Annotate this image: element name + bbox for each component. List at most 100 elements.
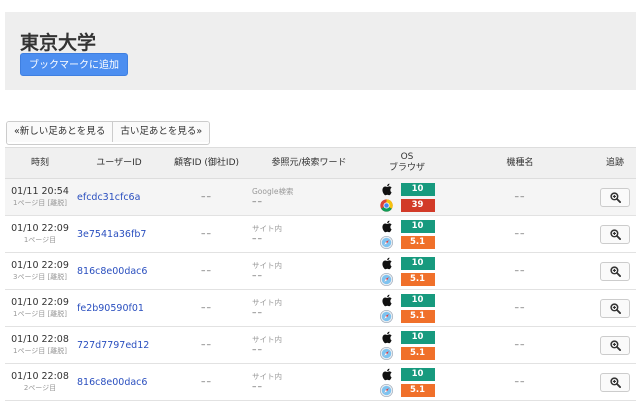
header-user-id: ユーザーID: [96, 157, 142, 168]
os-browser-cell: 10 5.1: [368, 216, 446, 252]
user-id-link[interactable]: 816c8e00dac6: [77, 377, 165, 388]
os-version-badge: 10: [400, 330, 435, 344]
model-value: ––: [514, 266, 526, 276]
referrer-label: Google検索: [252, 186, 294, 196]
visit-page-count: 1ページ目 [離脱]: [12, 310, 67, 318]
model-cell: ––: [446, 253, 594, 289]
track-cell: [594, 253, 636, 289]
user-id-link[interactable]: efcdc31cfc6a: [77, 192, 165, 203]
user-id-link[interactable]: fe2b90590f01: [77, 303, 165, 314]
table-body: 01/11 20:54 1ページ目 [離脱] efcdc31cfc6a –– Googl…: [5, 179, 636, 401]
page-header: 東京大学 ブックマークに追加: [5, 12, 636, 90]
customer-id-cell: ––: [163, 364, 250, 400]
header-referrer: 参照元/検索ワード: [271, 157, 347, 168]
os-version-badge: 10: [400, 367, 435, 381]
os-browser-cell: 10 5.1: [368, 327, 446, 363]
apple-icon: [380, 219, 394, 233]
user-id-cell: fe2b90590f01: [75, 290, 165, 326]
os-version-badge: 10: [400, 293, 435, 307]
user-id-cell: 816c8e00dac6: [75, 253, 165, 289]
user-id-cell: 727d7797ed12: [75, 327, 165, 363]
model-value: ––: [514, 377, 526, 387]
track-cell: [594, 364, 636, 400]
apple-icon: [380, 330, 394, 344]
referrer-cell: サイト内 ––: [250, 364, 370, 400]
chrome-icon: [380, 198, 394, 212]
table-row: 01/10 22:09 3ページ目 [離脱] 816c8e00dac6 –– サイト内 –…: [5, 253, 636, 290]
visit-time: 01/10 22:09: [11, 260, 69, 271]
referrer-cell: サイト内 ––: [250, 327, 370, 363]
customer-id-cell: ––: [163, 290, 250, 326]
os-browser-cell: 10 5.1: [368, 290, 446, 326]
os-version-badge: 10: [400, 182, 435, 196]
track-button[interactable]: [600, 224, 630, 244]
zoom-in-icon: [609, 265, 621, 277]
site-title: 東京大学: [20, 32, 97, 54]
header-browser: ブラウザ: [388, 163, 425, 173]
apple-icon: [380, 367, 394, 381]
user-id-link[interactable]: 727d7797ed12: [77, 340, 165, 351]
track-button[interactable]: [600, 335, 630, 355]
referrer-cell: Google検索 ––: [250, 179, 370, 215]
time-cell: 01/10 22:08 1ページ目 [離脱]: [5, 327, 75, 363]
os-browser-cell: 10 5.1: [368, 253, 446, 289]
apple-icon: [380, 293, 394, 307]
referrer-label: サイト内: [252, 297, 282, 307]
os-version-badge: 10: [400, 256, 435, 270]
visit-page-count: 1ページ目 [離脱]: [12, 347, 67, 355]
table-row: 01/10 22:09 1ページ目 3e7541a36fb7 –– サイト内 –– 10 5.…: [5, 216, 636, 253]
safari-icon: [380, 235, 394, 249]
browser-version-badge: 5.1: [400, 383, 435, 397]
track-button[interactable]: [600, 372, 630, 392]
model-cell: ––: [446, 327, 594, 363]
track-cell: [594, 179, 636, 215]
older-footprints-button[interactable]: 古い足あとを見る»: [112, 122, 210, 142]
referrer-cell: サイト内 ––: [250, 253, 370, 289]
table-row: 01/11 20:54 1ページ目 [離脱] efcdc31cfc6a –– Googl…: [5, 179, 636, 216]
visit-time: 01/10 22:09: [11, 223, 69, 234]
table-row: 01/10 22:08 2ページ目 816c8e00dac6 –– サイト内 –– 10 5.…: [5, 364, 636, 401]
referrer-label: サイト内: [252, 334, 282, 344]
user-id-link[interactable]: 3e7541a36fb7: [77, 229, 165, 240]
referrer-value: ––: [252, 196, 263, 207]
model-value: ––: [514, 192, 526, 202]
model-cell: ––: [446, 290, 594, 326]
track-button[interactable]: [600, 187, 630, 207]
model-cell: ––: [446, 179, 594, 215]
table-row: 01/10 22:08 1ページ目 [離脱] 727d7797ed12 –– サイト内 –…: [5, 327, 636, 364]
apple-icon: [380, 256, 394, 270]
visit-time: 01/11 20:54: [11, 186, 69, 197]
customer-id-value: ––: [201, 229, 212, 239]
customer-id-cell: ––: [163, 327, 250, 363]
customer-id-value: ––: [201, 340, 212, 350]
referrer-label: サイト内: [252, 260, 282, 270]
referrer-label: サイト内: [252, 371, 282, 381]
visit-time: 01/10 22:08: [11, 334, 69, 345]
browser-version-badge: 5.1: [400, 309, 435, 323]
track-button[interactable]: [600, 261, 630, 281]
track-button[interactable]: [600, 298, 630, 318]
os-version-badge: 10: [400, 219, 435, 233]
header-os: OS: [400, 152, 414, 162]
customer-id-value: ––: [201, 303, 212, 313]
visit-page-count: 3ページ目 [離脱]: [12, 273, 67, 281]
customer-id-value: ––: [201, 377, 212, 387]
bookmark-button[interactable]: ブックマークに追加: [20, 53, 128, 76]
table-row: 01/10 22:09 1ページ目 [離脱] fe2b90590f01 –– サイト内 –…: [5, 290, 636, 327]
browser-version-badge: 5.1: [400, 346, 435, 360]
zoom-in-icon: [609, 376, 621, 388]
model-cell: ––: [446, 216, 594, 252]
time-cell: 01/10 22:09 1ページ目 [離脱]: [5, 290, 75, 326]
user-id-cell: 3e7541a36fb7: [75, 216, 165, 252]
referrer-label: サイト内: [252, 223, 282, 233]
model-value: ––: [514, 303, 526, 313]
customer-id-cell: ––: [163, 179, 250, 215]
referrer-value: ––: [252, 307, 263, 318]
model-value: ––: [514, 229, 526, 239]
header-time: 時刻: [30, 157, 49, 168]
newer-footprints-button[interactable]: «新しい足あとを見る: [7, 122, 113, 142]
referrer-value: ––: [252, 381, 263, 392]
user-id-link[interactable]: 816c8e00dac6: [77, 266, 165, 277]
referrer-cell: サイト内 ––: [250, 216, 370, 252]
customer-id-cell: ––: [163, 253, 250, 289]
